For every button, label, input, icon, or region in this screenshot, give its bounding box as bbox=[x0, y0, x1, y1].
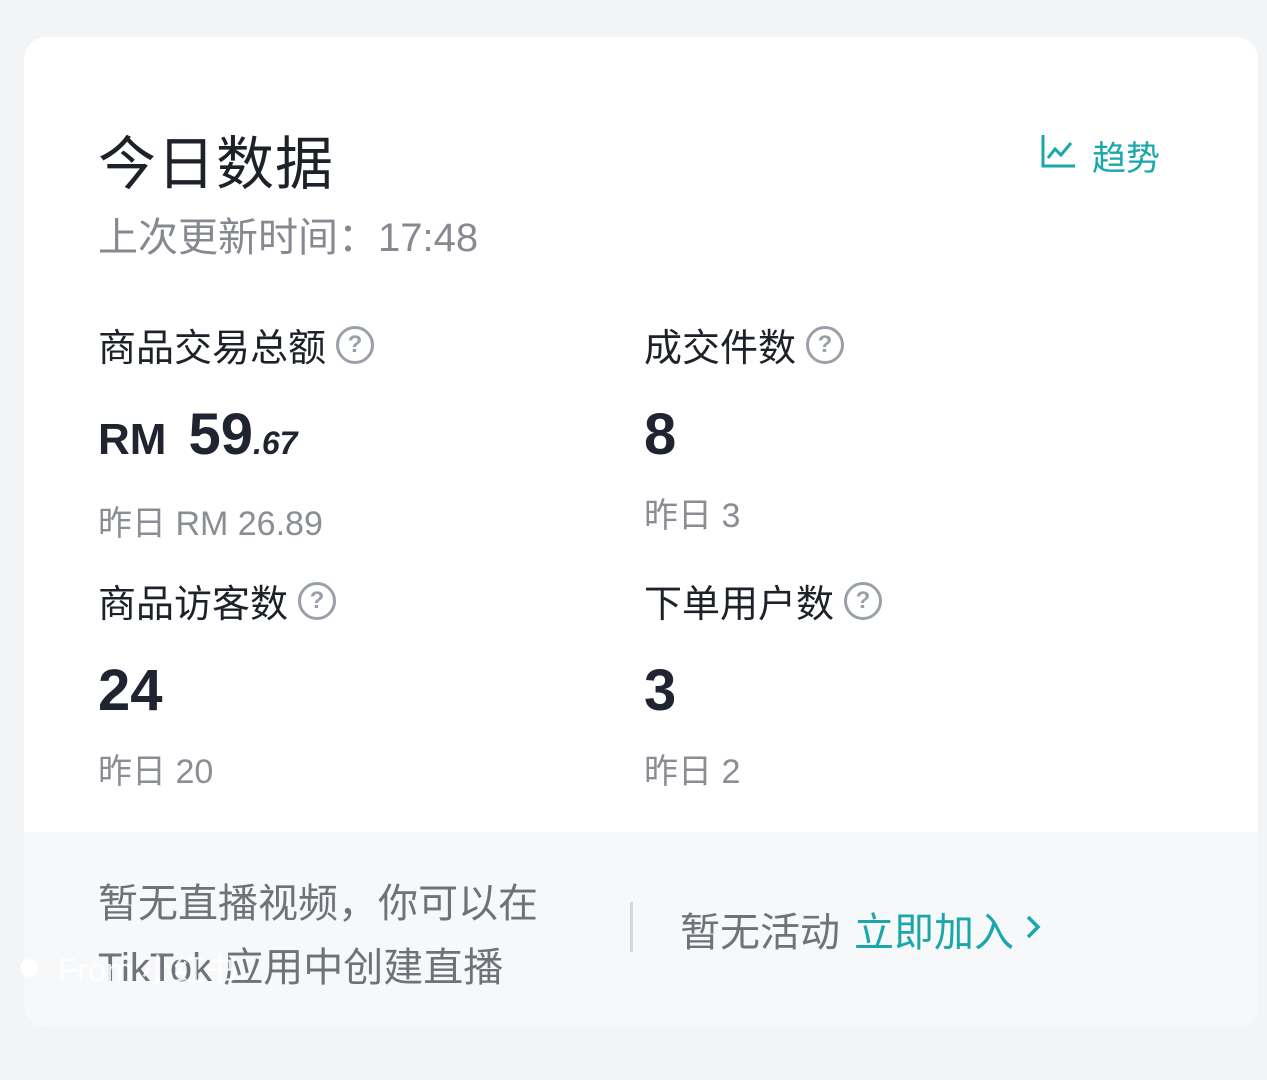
watermark-dot bbox=[20, 959, 38, 977]
metric-gmv-yesterday: 昨日 RM 26.89 bbox=[98, 505, 323, 543]
metric-buyers-value: 3 bbox=[644, 658, 677, 723]
card-header: 今日数据 上次更新时间：17:48 趋势 bbox=[98, 117, 1160, 260]
metric-orders-value: 8 bbox=[644, 402, 677, 467]
divider bbox=[630, 902, 633, 952]
question-circle-icon[interactable]: ? bbox=[806, 325, 845, 364]
watermark-text: From 小红书 bbox=[58, 952, 238, 988]
metric-orders-yesterday: 昨日 3 bbox=[644, 497, 741, 535]
metric-visitors-label-row: 商品访客数 ? bbox=[98, 573, 618, 628]
metric-gmv-label-row: 商品交易总额 ? bbox=[98, 317, 618, 372]
chevron-right-icon bbox=[1022, 907, 1044, 952]
question-circle-icon[interactable]: ? bbox=[298, 581, 337, 620]
metric-orders-label-row: 成交件数 ? bbox=[644, 317, 1164, 372]
last-updated-time: 上次更新时间：17:48 bbox=[98, 216, 479, 260]
metric-visitors-yesterday: 昨日 20 bbox=[98, 753, 214, 791]
question-circle-icon[interactable]: ? bbox=[336, 325, 375, 364]
metric-gmv-value-dec: .67 bbox=[252, 425, 298, 461]
metric-gmv-label: 商品交易总额 bbox=[98, 328, 327, 370]
metric-visitors-label: 商品访客数 bbox=[98, 584, 289, 626]
metric-visitors-value: 24 bbox=[98, 658, 163, 723]
activity-section: 暂无活动 立即加入 bbox=[680, 900, 1044, 958]
trend-label: 趋势 bbox=[1092, 140, 1160, 178]
line-chart-icon bbox=[1038, 131, 1078, 180]
metric-buyers-label: 下单用户数 bbox=[644, 584, 835, 626]
metric-gmv: 商品交易总额 ? RM 59 .67 昨日 RM 26.89 bbox=[98, 317, 618, 547]
bottom-panel: 暂无直播视频，你可以在 TikTok 应用中创建直播 暂无活动 立即加入 bbox=[24, 832, 1258, 1027]
metric-buyers-yesterday: 昨日 2 bbox=[644, 753, 741, 791]
metric-visitors: 商品访客数 ? 24 昨日 20 bbox=[98, 573, 618, 803]
trend-button[interactable]: 趋势 bbox=[1038, 131, 1160, 180]
join-now-label: 立即加入 bbox=[854, 911, 1014, 955]
metric-buyers-label-row: 下单用户数 ? bbox=[644, 573, 1164, 628]
watermark: From 小红书 bbox=[20, 945, 238, 991]
metric-orders-label: 成交件数 bbox=[644, 328, 797, 370]
metric-gmv-value: RM 59 .67 bbox=[98, 406, 618, 472]
join-now-link[interactable]: 立即加入 bbox=[854, 900, 1044, 958]
page-title: 今日数据 bbox=[98, 132, 335, 197]
currency-label: RM bbox=[98, 415, 167, 464]
metric-orders: 成交件数 ? 8 昨日 3 bbox=[644, 317, 1164, 547]
today-data-card: 今日数据 上次更新时间：17:48 趋势 商品交易总额 ? RM 59 .67 bbox=[24, 37, 1258, 1027]
question-circle-icon[interactable]: ? bbox=[844, 581, 883, 620]
metric-buyers: 下单用户数 ? 3 昨日 2 bbox=[644, 573, 1164, 803]
no-activity-text: 暂无活动 bbox=[680, 911, 840, 955]
metric-gmv-value-int: 59 bbox=[188, 402, 253, 467]
